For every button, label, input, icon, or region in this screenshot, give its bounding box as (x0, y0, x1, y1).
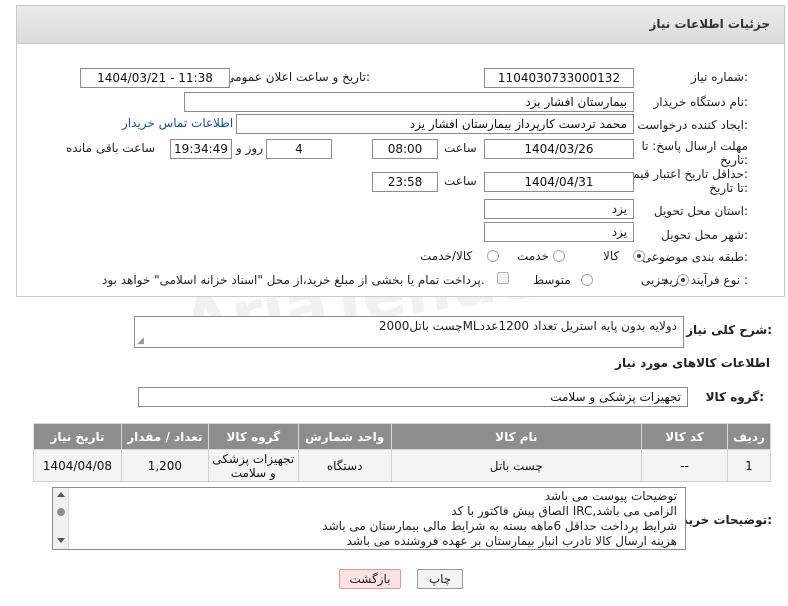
goods-table: تاریخ نیاز تعداد / مقدار گروه کالا واحد … (33, 423, 772, 482)
creator-field[interactable]: محمد تردست کارپرداز بیمارستان افشار یزد (236, 114, 634, 134)
price-validity-label: حداقل تاریخ اعتبار قیمت: (621, 167, 748, 181)
cell-need-date: 1404/04/08 (33, 449, 122, 482)
description-label: شرح کلی نیاز: (686, 323, 772, 337)
buyer-notes-text: توضیحات پیوست می باشد الصاق پیش فاکتور ب… (322, 489, 677, 549)
col-row: ردیف (726, 423, 772, 450)
process-option-medium: متوسط (533, 273, 571, 287)
deadline-label-date: تاریخ: (720, 153, 748, 167)
treasury-checkbox[interactable] (497, 272, 509, 284)
back-button[interactable]: بازگشت (339, 569, 401, 589)
remaining-time-label: ساعت باقی مانده (66, 141, 156, 155)
price-validity-time-label: ساعت (444, 174, 477, 188)
buyer-org-field[interactable]: بیمارستان افشار یزد (184, 92, 634, 112)
category-option-goods-service: کالا/خدمت (420, 249, 473, 263)
table-row[interactable]: 1404/04/08 1,200 تجهیزات پزشکی و سلامت د… (33, 449, 772, 482)
panel-title: جزئیات اطلاعات نیاز (649, 17, 770, 31)
process-radio-medium[interactable] (581, 274, 593, 286)
treasury-note: پرداخت تمام یا بخشی از مبلغ خرید،از محل … (102, 273, 485, 287)
announce-field[interactable]: 1404/03/21 - 11:38 (80, 68, 230, 88)
cell-group: تجهیزات پزشکی و سلامت (207, 449, 299, 482)
category-radio-goods-service[interactable] (487, 250, 499, 262)
description-text: چست باتل2000MLدولایه بدون پایه استریل تع… (378, 319, 677, 333)
deadline-time-label: ساعت (444, 141, 477, 155)
deadline-date-field[interactable]: 1404/03/26 (484, 139, 634, 159)
process-label: نوع فرآیند خرید : (663, 273, 748, 287)
creator-label: ایجاد کننده درخواست: (637, 118, 748, 132)
note-line: هزینه ارسال کالا تادرب انبار بیمارستان ب… (346, 534, 677, 548)
resize-grip-icon[interactable]: ◢ (137, 336, 144, 346)
note-line: شرایط پرداخت حداقل 6ماهه بسته به شرایط م… (322, 519, 677, 533)
scroll-up-icon[interactable] (57, 492, 65, 497)
buyer-contact-link[interactable]: اطلاعات تماس خریدار (122, 116, 233, 130)
price-validity-date-field[interactable]: 1404/04/31 (484, 172, 634, 192)
scroll-thumb[interactable] (57, 508, 65, 516)
deadline-label: مهلت ارسال پاسخ: تا (641, 139, 748, 153)
goods-group-field[interactable]: تجهیزات پزشکی و سلامت (138, 387, 688, 407)
description-field[interactable]: چست باتل2000MLدولایه بدون پایه استریل تع… (134, 316, 684, 348)
city-field[interactable]: یزد (484, 222, 634, 242)
province-field[interactable]: یزد (484, 199, 634, 219)
days-remaining-field[interactable]: 4 (266, 139, 332, 159)
notes-scrollbar[interactable] (53, 488, 69, 549)
goods-section-title: اطلاعات کالاهای مورد نیاز (615, 356, 770, 370)
category-radio-service[interactable] (553, 250, 565, 262)
need-number-field[interactable]: 1104030733000132 (484, 68, 634, 88)
note-line: الصاق پیش فاکتور با کد IRC,الزامی می باش… (451, 504, 677, 518)
process-radio-minor[interactable] (677, 274, 689, 286)
price-validity-time-field[interactable]: 23:58 (372, 172, 438, 192)
col-name: نام کالا (390, 423, 643, 450)
province-label: استان محل تحویل: (653, 204, 748, 218)
buyer-notes-field[interactable]: توضیحات پیوست می باشد الصاق پیش فاکتور ب… (52, 487, 686, 550)
col-quantity: تعداد / مقدار (120, 423, 209, 450)
cell-name: چست باتل (390, 449, 643, 482)
city-label: شهر محل تحویل: (661, 228, 748, 242)
goods-table-header: تاریخ نیاز تعداد / مقدار گروه کالا واحد … (33, 423, 772, 450)
cell-quantity: 1,200 (120, 449, 209, 482)
col-group: گروه کالا (207, 423, 299, 450)
print-button[interactable]: چاپ (417, 569, 463, 589)
need-number-label: شماره نیاز: (690, 70, 748, 84)
col-need-date: تاریخ نیاز (33, 423, 122, 450)
category-option-goods: کالا (603, 249, 620, 263)
scroll-down-icon[interactable] (57, 538, 65, 543)
price-validity-label-date: تا تاریخ: (709, 181, 748, 195)
col-code: کد کالا (641, 423, 728, 450)
note-line: توضیحات پیوست می باشد (544, 489, 677, 503)
remaining-time-field[interactable]: 19:34:49 (170, 139, 232, 159)
goods-group-label: گروه کالا: (705, 390, 764, 404)
days-label: روز و (236, 141, 263, 155)
category-radio-goods[interactable] (633, 250, 645, 262)
deadline-time-field[interactable]: 08:00 (372, 139, 438, 159)
cell-code: -- (641, 449, 728, 482)
category-option-service: خدمت (517, 249, 549, 263)
category-label: طبقه بندی موضوعی: (641, 250, 748, 264)
process-option-minor: جزیی (641, 273, 669, 287)
col-unit: واحد شمارش (297, 423, 392, 450)
cell-row: 1 (726, 449, 772, 482)
cell-unit: دستگاه (297, 449, 392, 482)
buyer-org-label: نام دستگاه خریدار: (653, 95, 749, 109)
announce-label: تاریخ و ساعت اعلان عمومی: (225, 70, 370, 84)
